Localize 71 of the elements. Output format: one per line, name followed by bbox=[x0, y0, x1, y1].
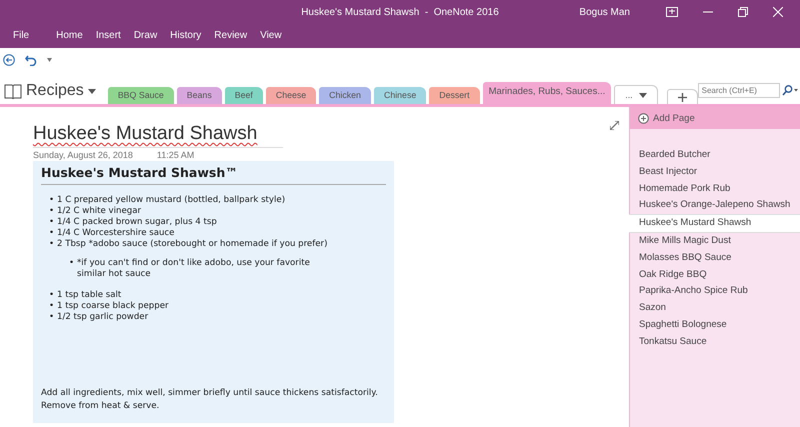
ingredient-item: 1/4 C Worcestershire sauce bbox=[57, 228, 174, 239]
page-list-item[interactable]: Molasses BBQ Sauce bbox=[630, 250, 800, 267]
page-list-item[interactable]: Sazon bbox=[630, 300, 800, 317]
page-list-item[interactable]: Homemade Pork Rub bbox=[630, 180, 800, 198]
ribbon-tab[interactable]: View bbox=[260, 30, 282, 40]
add-icon bbox=[638, 112, 649, 124]
bullet: • bbox=[49, 239, 56, 250]
section-tab[interactable]: Chinese bbox=[374, 87, 426, 104]
add-section-tab[interactable] bbox=[666, 89, 698, 104]
bullet: • bbox=[49, 290, 56, 301]
ribbon-tab[interactable]: File bbox=[13, 30, 30, 40]
notebook-icon bbox=[4, 84, 22, 98]
bullet: • bbox=[49, 195, 56, 206]
ingredient-note: *if you can't find or don't like adobo, use your favorite similar hot sauce bbox=[77, 258, 311, 280]
search-field[interactable]: Search (Ctrl+E) bbox=[698, 83, 780, 98]
ribbon-tab[interactable]: History bbox=[170, 30, 202, 40]
instructions-text: Add all ingredients, mix well, simmer briefly until sauce thickens satisfactorily. Remove from heat & serve. bbox=[41, 387, 379, 413]
bullet: • bbox=[69, 258, 76, 270]
notebook-selector[interactable]: Recipes bbox=[0, 80, 102, 104]
section-tab[interactable]: BBQ Sauce bbox=[108, 87, 174, 104]
section-tab[interactable]: Dessert bbox=[429, 87, 480, 104]
restore-icon[interactable] bbox=[738, 7, 748, 17]
page-list-item[interactable]: Spaghetti Bolognese bbox=[630, 316, 800, 334]
ribbon-tab[interactable]: Review bbox=[214, 30, 248, 40]
add-page-button[interactable]: Add Page bbox=[630, 107, 800, 129]
bullet: • bbox=[49, 206, 56, 217]
user-name[interactable]: Bogus Man bbox=[579, 6, 630, 18]
ingredient-item: 1/2 tsp garlic powder bbox=[57, 312, 148, 323]
more-sections-tab[interactable]: ... bbox=[614, 85, 658, 104]
expand-icon[interactable] bbox=[610, 121, 619, 130]
page-date: Sunday, August 26, 2018 bbox=[33, 150, 133, 160]
bullet: • bbox=[49, 312, 56, 323]
dropdown-icon bbox=[638, 92, 647, 98]
ingredient-item: 1 tsp coarse black pepper bbox=[57, 301, 169, 312]
customize-icon[interactable] bbox=[47, 58, 52, 62]
close-icon[interactable] bbox=[773, 7, 783, 17]
section-tab[interactable]: Beans bbox=[176, 87, 222, 104]
bullet: • bbox=[49, 228, 56, 239]
ingredient-item: 2 Tbsp *adobo sauce (storebought or homemade if you prefer) bbox=[57, 239, 328, 250]
page-title[interactable]: Huskee's Mustard Shawsh bbox=[33, 123, 283, 148]
back-icon[interactable] bbox=[3, 54, 15, 66]
page-list-item[interactable]: Mike Mills Magic Dust bbox=[630, 232, 800, 250]
section-tab[interactable]: Cheese bbox=[266, 87, 316, 104]
page-list-item[interactable]: Tonkatsu Sauce bbox=[630, 334, 800, 351]
page-time: 11:25 AM bbox=[156, 150, 194, 160]
page-list-item[interactable]: Bearded Butcher bbox=[630, 147, 800, 164]
page-list-item[interactable]: Oak Ridge BBQ bbox=[630, 266, 800, 284]
recipe-heading: Huskee's Mustard Shawsh™ bbox=[41, 165, 386, 185]
section-tab[interactable]: Chicken bbox=[319, 87, 371, 104]
dropdown-icon bbox=[88, 88, 96, 94]
ribbon-tab[interactable]: Home bbox=[56, 30, 83, 40]
plus-icon bbox=[678, 92, 687, 102]
ingredient-item: 1 tsp table salt bbox=[57, 290, 122, 301]
page-list-item[interactable]: Huskee's Orange-Jalepeno Shawsh bbox=[630, 197, 800, 214]
note-container[interactable] bbox=[33, 161, 394, 423]
undo-icon[interactable] bbox=[25, 54, 37, 66]
ingredient-item: 1/2 C white vinegar bbox=[57, 206, 142, 217]
ribbon-tab[interactable]: Insert bbox=[96, 30, 121, 40]
window-title: Huskee's Mustard Shawsh - OneNote 2016 bbox=[301, 6, 499, 18]
ingredient-item: 1 C prepared yellow mustard (bottled, ballpark style) bbox=[57, 195, 286, 206]
bullet: • bbox=[49, 301, 56, 312]
page-list-item[interactable]: Huskee's Mustard Shawsh bbox=[629, 214, 800, 233]
page-list-item[interactable]: Beast Injector bbox=[630, 164, 800, 181]
ribbon-display-icon[interactable] bbox=[666, 7, 678, 17]
section-tab[interactable]: Marinades, Rubs, Sauces... bbox=[482, 82, 612, 104]
ribbon-tab[interactable]: Draw bbox=[134, 30, 158, 40]
section-tab[interactable]: Beef bbox=[224, 87, 263, 104]
page-list-item[interactable]: Paprika-Ancho Spice Rub bbox=[630, 283, 800, 300]
search-icon[interactable] bbox=[782, 85, 798, 96]
ingredient-item: 1/4 C packed brown sugar, plus 4 tsp bbox=[57, 217, 217, 228]
bullet: • bbox=[49, 217, 56, 228]
